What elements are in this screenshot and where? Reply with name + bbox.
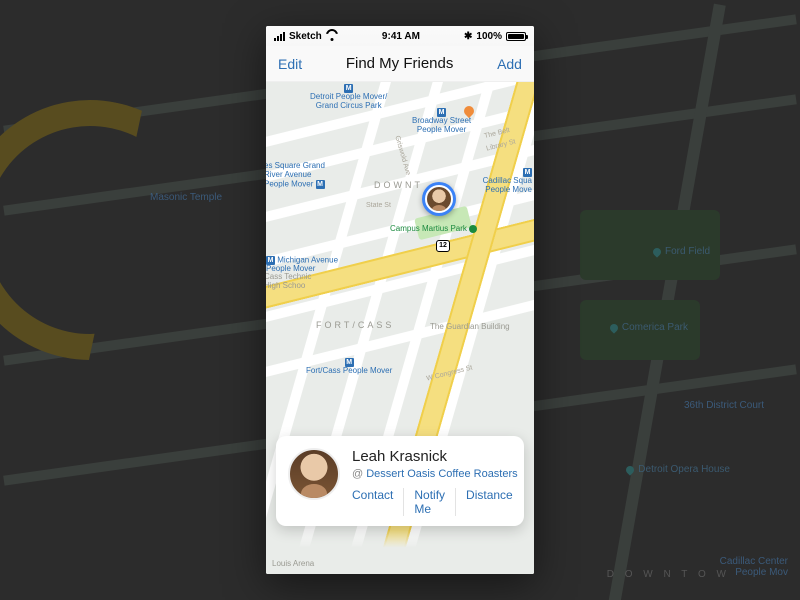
- metro-detroit-people-mover: MDetroit People Mover/ Grand Circus Park: [310, 84, 387, 111]
- poi-campus-martius: Campus Martius Park: [390, 224, 477, 233]
- phone-frame: Sketch 9:41 AM ✱ 100% Edit Find My Frien…: [266, 26, 534, 574]
- street-state: State St: [366, 202, 391, 209]
- friend-actions: Contact Notify Me Distance: [352, 488, 512, 516]
- nav-add-button[interactable]: Add: [497, 56, 522, 72]
- building-guardian: The Guardian Building: [430, 322, 510, 331]
- friend-name: Leah Krasnick: [352, 448, 512, 465]
- building-cass-tech: Cass Technic High Schoo: [266, 272, 311, 290]
- bg-label-downtown: D O W N T O W: [607, 569, 730, 580]
- bg-label-cadillac: Cadillac Center People Mov: [720, 556, 788, 578]
- district-fortcass: FORT/CASS: [316, 320, 394, 330]
- bg-poi-comerica: Comerica Park: [610, 322, 688, 333]
- nav-title: Find My Friends: [346, 55, 454, 72]
- notify-me-button[interactable]: Notify Me: [404, 488, 456, 516]
- metro-fortcass: MFort/Cass People Mover: [306, 358, 392, 376]
- friend-location-pin[interactable]: [422, 182, 456, 216]
- friend-location: @ Dessert Oasis Coffee Roasters: [352, 468, 512, 480]
- map-view[interactable]: MDetroit People Mover/ Grand Circus Park…: [266, 82, 534, 574]
- bg-label-masonic: Masonic Temple: [150, 192, 222, 203]
- metro-times-square: es Square Grand River Avenue People Move…: [266, 162, 325, 189]
- signal-icon: [274, 32, 285, 41]
- bg-poi-ford-field: Ford Field: [653, 246, 710, 257]
- district-downtown: DOWNT: [374, 180, 423, 190]
- status-time: 9:41 AM: [382, 31, 420, 42]
- metro-broadway: MBroadway Street People Mover: [412, 108, 471, 135]
- nav-edit-button[interactable]: Edit: [278, 56, 302, 72]
- friend-card: Leah Krasnick @ Dessert Oasis Coffee Roa…: [276, 436, 524, 526]
- battery-icon: [506, 32, 526, 41]
- friend-avatar[interactable]: [288, 448, 340, 500]
- bg-label-district-court: 36th District Court: [684, 400, 764, 411]
- building-louis-arena: Louis Arena: [272, 559, 314, 568]
- metro-cadillac: MCadillac Squa People Move: [483, 168, 532, 195]
- status-bar: Sketch 9:41 AM ✱ 100%: [266, 26, 534, 46]
- at-symbol: @: [352, 468, 363, 480]
- bg-poi-opera: Detroit Opera House: [626, 464, 730, 475]
- carrier-label: Sketch: [289, 31, 322, 42]
- avatar-icon: [425, 185, 453, 213]
- contact-button[interactable]: Contact: [352, 488, 404, 516]
- bluetooth-icon: ✱: [464, 31, 472, 42]
- route-shield: 12: [436, 240, 450, 252]
- tree-icon: [469, 225, 477, 233]
- friend-place-link[interactable]: Dessert Oasis Coffee Roasters: [366, 468, 517, 480]
- distance-button[interactable]: Distance: [456, 488, 523, 516]
- nav-bar: Edit Find My Friends Add: [266, 46, 534, 82]
- wifi-icon: [326, 32, 338, 41]
- battery-percent: 100%: [476, 31, 502, 42]
